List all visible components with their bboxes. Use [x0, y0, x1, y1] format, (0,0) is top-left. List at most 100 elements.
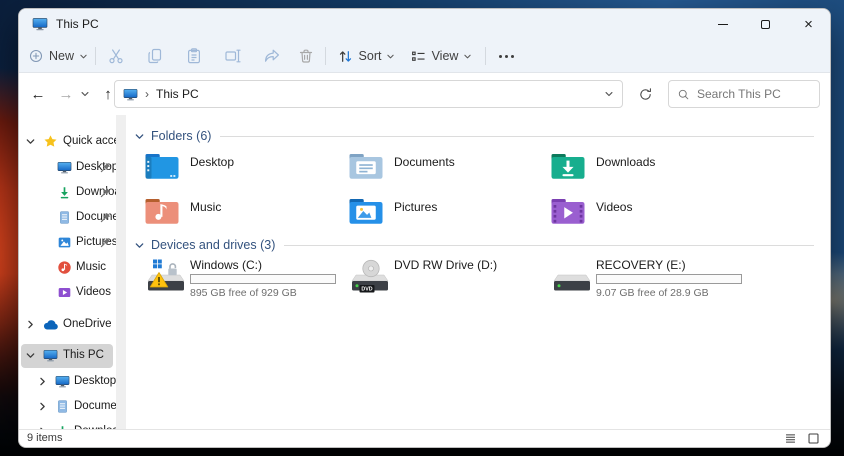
toolbar-separator	[485, 47, 486, 65]
sidebar-item-onedrive[interactable]: OneDrive	[19, 313, 116, 337]
drive-name: DVD RW Drive (D:)	[394, 258, 497, 272]
sort-button-label: Sort	[359, 49, 382, 63]
window-title: This PC	[56, 17, 99, 31]
videos-folder-icon	[550, 196, 586, 226]
forward-button[interactable]: →	[53, 81, 79, 107]
downloads-folder-icon	[550, 151, 586, 181]
this-pc-icon	[123, 87, 138, 102]
documents-icon	[57, 210, 72, 225]
sidebar-item-this-pc-desktop[interactable]: Desktop	[19, 370, 116, 394]
chevron-down-icon[interactable]	[134, 240, 145, 251]
dvd-drive-icon: DVD	[347, 259, 393, 297]
breadcrumb[interactable]: This PC	[156, 87, 199, 101]
drive-tile-recovery-e[interactable]: RECOVERY (E:) 9.07 GB free of 28.9 GB	[550, 257, 754, 305]
new-button[interactable]: New	[27, 43, 89, 69]
pin-icon	[100, 187, 111, 198]
group-header-folders: Folders (6)	[134, 127, 814, 145]
folder-tile-documents[interactable]: Documents	[348, 151, 540, 189]
sidebar-item-label: Downloads	[74, 425, 116, 429]
folder-tile-videos[interactable]: Videos	[550, 196, 742, 234]
details-view-button[interactable]	[784, 432, 797, 445]
drive-name: RECOVERY (E:)	[596, 258, 686, 272]
chevron-right-icon[interactable]	[37, 426, 48, 429]
address-dropdown-button[interactable]	[604, 89, 614, 99]
videos-icon	[57, 285, 72, 300]
pin-icon	[100, 237, 111, 248]
sidebar-item-label: Music	[76, 261, 106, 273]
chevron-right-icon[interactable]	[37, 401, 48, 412]
minimize-button[interactable]	[701, 9, 744, 39]
drive-name: Windows (C:)	[190, 258, 262, 272]
sidebar-item-desktop-pinned[interactable]: Desktop	[19, 156, 116, 180]
sidebar-item-label: Videos	[76, 286, 111, 298]
folder-tile-label: Downloads	[596, 155, 655, 169]
content-area: Quick access Desktop Downloads Documents…	[19, 115, 830, 429]
sidebar-item-label: Quick access	[63, 135, 116, 147]
chevron-right-icon[interactable]	[37, 376, 48, 387]
folder-tile-music[interactable]: Music	[144, 196, 336, 234]
plus-circle-icon	[28, 48, 44, 64]
see-more-button[interactable]	[491, 43, 521, 69]
folder-tile-label: Documents	[394, 155, 455, 169]
chevron-down-icon[interactable]	[25, 136, 36, 147]
close-button[interactable]: ×	[787, 9, 830, 39]
folder-tile-downloads[interactable]: Downloads	[550, 151, 742, 189]
sidebar-item-this-pc-downloads[interactable]: Downloads	[19, 420, 116, 429]
documents-folder-icon	[348, 151, 384, 181]
chevron-down-icon[interactable]	[25, 350, 36, 361]
folder-tile-desktop[interactable]: Desktop	[144, 151, 336, 189]
paste-button[interactable]	[179, 43, 209, 69]
group-header-rule	[284, 245, 814, 246]
navigation-pane: Quick access Desktop Downloads Documents…	[19, 115, 116, 429]
drive-tile-windows-c[interactable]: Windows (C:) 895 GB free of 929 GB	[144, 257, 348, 305]
rename-button[interactable]	[218, 43, 248, 69]
chevron-down-icon[interactable]	[134, 131, 145, 142]
sidebar-item-documents-pinned[interactable]: Documents	[19, 206, 116, 230]
sidebar-item-quick-access[interactable]: Quick access	[19, 130, 116, 154]
view-button[interactable]: View	[405, 43, 477, 69]
drive-tile-dvd-d[interactable]: DVD DVD RW Drive (D:)	[348, 257, 552, 305]
chevron-down-icon	[386, 52, 395, 61]
refresh-button[interactable]	[631, 80, 659, 108]
back-button[interactable]: ←	[25, 81, 51, 107]
recent-locations-button[interactable]	[77, 81, 93, 107]
close-icon: ×	[804, 17, 813, 32]
sidebar-item-this-pc-documents[interactable]: Documents	[19, 395, 116, 419]
drive-free-space: 9.07 GB free of 28.9 GB	[596, 287, 709, 299]
folder-tile-label: Desktop	[190, 155, 234, 169]
pictures-icon	[57, 235, 72, 250]
capacity-bar	[596, 274, 742, 284]
chevron-down-icon	[604, 89, 614, 99]
sidebar-item-pictures-pinned[interactable]: Pictures	[19, 231, 116, 255]
sort-arrows-icon	[337, 48, 354, 65]
sidebar-scrollbar[interactable]	[116, 115, 126, 429]
folder-tile-pictures[interactable]: Pictures	[348, 196, 540, 234]
maximize-icon	[761, 20, 770, 29]
cut-button[interactable]	[101, 43, 131, 69]
group-header-label: Folders (6)	[151, 129, 211, 143]
sidebar-item-label: OneDrive	[63, 318, 112, 330]
sidebar-item-downloads-pinned[interactable]: Downloads	[19, 181, 116, 205]
sort-button[interactable]: Sort	[331, 43, 401, 69]
copy-icon	[146, 47, 164, 65]
delete-button[interactable]	[291, 43, 321, 69]
search-box	[668, 80, 820, 108]
dvd-label: DVD	[361, 287, 372, 293]
pictures-folder-icon	[348, 196, 384, 226]
toolbar-separator	[95, 47, 96, 65]
forward-icon: →	[59, 86, 74, 103]
sidebar-item-videos[interactable]: Videos	[19, 281, 116, 305]
search-input[interactable]	[697, 87, 811, 101]
sidebar-item-this-pc[interactable]: This PC	[19, 344, 116, 368]
folder-tile-label: Music	[190, 200, 221, 214]
share-button[interactable]	[257, 43, 287, 69]
chevron-right-icon[interactable]	[25, 319, 36, 330]
music-folder-icon	[144, 196, 180, 226]
address-bar[interactable]: › This PC	[114, 80, 623, 108]
large-icons-view-button[interactable]	[807, 432, 820, 445]
sidebar-item-music[interactable]: Music	[19, 256, 116, 280]
maximize-button[interactable]	[744, 9, 787, 39]
desktop-icon	[55, 374, 70, 389]
copy-button[interactable]	[140, 43, 170, 69]
sidebar-item-label: Desktop	[74, 375, 116, 387]
